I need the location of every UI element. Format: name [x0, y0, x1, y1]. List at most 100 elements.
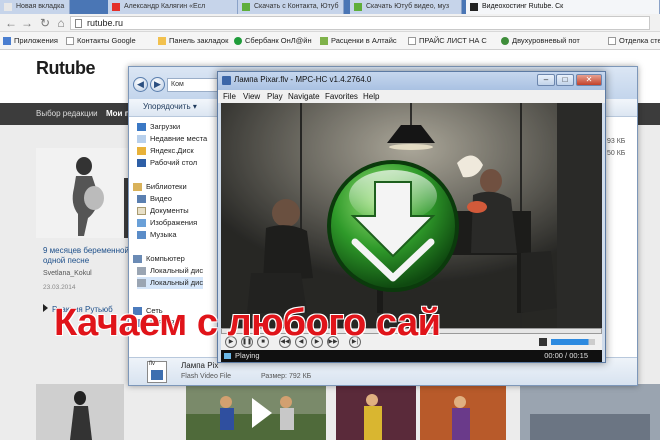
nav-my[interactable]: Мои п	[106, 103, 130, 125]
tab-rutube[interactable]: Видеохостинг Rutube. Ск	[466, 0, 660, 14]
nav-downloads[interactable]: Загрузки	[137, 121, 180, 133]
desktop-icon	[137, 159, 146, 167]
bookmark-ceiling[interactable]: Двухуровневый пот	[501, 35, 580, 47]
detail-file-size: Размер: 792 КБ	[261, 373, 311, 380]
menu-play[interactable]: Play	[267, 90, 283, 103]
nav-documents[interactable]: Документы	[137, 205, 189, 217]
minimize-button[interactable]: –	[537, 74, 555, 86]
rutube-logo[interactable]: Rutube	[36, 58, 96, 79]
downloads-icon	[137, 123, 146, 131]
video-thumbnail[interactable]	[186, 384, 326, 440]
file-size: 93 КБ	[607, 138, 626, 145]
menu-view[interactable]: View	[243, 90, 260, 103]
disk-icon	[137, 267, 146, 275]
recent-places-icon	[137, 135, 146, 143]
player-title: Лампа Pixar.flv - MPC-HC v1.4.2764.0	[234, 75, 372, 84]
menu-help[interactable]: Help	[363, 90, 379, 103]
video-thumbnail[interactable]	[36, 148, 132, 238]
nav-yandex-disk[interactable]: Яндекс.Диск	[137, 145, 194, 157]
video-thumbnail[interactable]	[420, 384, 506, 440]
nav-editors-choice[interactable]: Выбор редакции	[36, 103, 98, 125]
tab-download-vk[interactable]: Скачать с Контакта, Ютуб	[238, 0, 344, 14]
forward-button[interactable]: →	[20, 15, 34, 31]
nav-libraries[interactable]: Библиотеки	[133, 181, 187, 193]
flv-file-icon: flv	[147, 361, 167, 383]
tab-kalyagin[interactable]: Александр Калягин «Есл	[108, 0, 238, 14]
tab-download-youtube[interactable]: Скачать Ютуб видео, муз	[350, 0, 462, 14]
nav-recent-places[interactable]: Недавние места	[137, 133, 207, 145]
nav-label: Локальный дис	[150, 278, 204, 287]
explorer-back-button[interactable]: ◀	[133, 77, 148, 92]
bookmark-sberbank[interactable]: Сбербанк ОнЛ@йн	[234, 35, 312, 47]
bookmark-label: Панель закладок	[169, 36, 229, 45]
tab-label: Видеохостинг Rutube. Ск	[482, 3, 564, 10]
site-icon	[501, 37, 509, 45]
bookmark-label: Двухуровневый пот	[512, 36, 580, 45]
nav-label: Музыка	[150, 230, 177, 239]
bookmark-panel[interactable]: Панель закладок	[158, 35, 228, 47]
player-status-bar: Playing 00:00 / 00:15	[221, 350, 602, 362]
nav-label: Яндекс.Диск	[150, 146, 194, 155]
nav-computer[interactable]: Компьютер	[133, 253, 185, 265]
browser-toolbar: ← → ↻ ⌂ rutube.ru	[0, 14, 660, 32]
tab-new[interactable]: Новая вкладка	[0, 0, 70, 14]
page-icon	[75, 19, 82, 28]
maximize-button[interactable]: □	[556, 74, 574, 86]
close-button[interactable]: ✕	[576, 74, 602, 86]
url-text: rutube.ru	[87, 18, 124, 28]
browser-tabstrip: Новая вкладка Александр Калягин «Есл Ска…	[0, 0, 660, 14]
documents-icon	[137, 207, 146, 215]
size-value: 792 КБ	[288, 373, 312, 380]
bookmark-finishing[interactable]: Отделка сте	[608, 35, 660, 47]
nav-images[interactable]: Изображения	[137, 217, 197, 229]
video-thumbnail[interactable]	[520, 384, 660, 440]
disk-icon	[137, 279, 146, 287]
tab-favicon	[4, 3, 12, 11]
explorer-path-text: Ком	[171, 81, 184, 88]
volume-icon[interactable]	[539, 338, 547, 346]
video-thumbnail[interactable]	[36, 384, 124, 440]
bookmark-label: Контакты Google	[77, 36, 136, 45]
reload-button[interactable]: ↻	[38, 15, 52, 31]
video-thumbnail[interactable]	[336, 384, 416, 440]
video-glyph	[151, 370, 163, 380]
menu-navigate[interactable]: Navigate	[288, 90, 320, 103]
video-card-title[interactable]: 9 месяцев беременной одной песне	[43, 246, 133, 266]
explorer-forward-button[interactable]: ▶	[150, 77, 165, 92]
tab-label: Скачать Ютуб видео, муз	[366, 3, 450, 10]
volume-slider[interactable]	[551, 339, 595, 345]
menu-favorites[interactable]: Favorites	[325, 90, 358, 103]
organize-label: Упорядочить	[143, 102, 191, 111]
nav-local-disk-d[interactable]: Локальный дис	[137, 277, 204, 289]
address-bar[interactable]: rutube.ru	[70, 16, 650, 30]
bookmark-label: Сбербанк ОнЛ@йн	[245, 36, 312, 45]
video-card-user[interactable]: Svetlana_Kokul	[43, 270, 92, 277]
organize-menu[interactable]: Упорядочить ▾	[143, 102, 197, 111]
rutube-favicon-icon	[470, 3, 478, 11]
video-library-icon	[137, 195, 146, 203]
bookmark-prices[interactable]: Расценки в Алтайс	[320, 35, 397, 47]
nav-label: Локальный дис	[150, 266, 204, 275]
player-title-bar[interactable]: Лампа Pixar.flv - MPC-HC v1.4.2764.0 – □…	[218, 72, 605, 90]
bookmark-price-list[interactable]: ПРАЙС ЛИСТ НА С	[408, 35, 487, 47]
bookmark-label: Приложения	[14, 36, 58, 45]
bookmark-label: ПРАЙС ЛИСТ НА С	[419, 36, 487, 45]
soccer-thumbnail	[186, 384, 326, 440]
savefrom-favicon-icon	[242, 3, 250, 11]
bookmark-google-contacts[interactable]: Контакты Google	[66, 35, 136, 47]
promo-caption: Качаем с любого сай	[54, 302, 441, 344]
playback-status: Playing	[235, 351, 260, 360]
music-icon	[137, 231, 146, 239]
nav-local-disk-c[interactable]: Локальный дис	[137, 265, 203, 277]
dancer-thumbnail	[36, 384, 124, 440]
bookmark-apps[interactable]: Приложения	[3, 35, 58, 47]
home-button[interactable]: ⌂	[54, 15, 68, 31]
images-icon	[137, 219, 146, 227]
back-button[interactable]: ←	[4, 15, 18, 31]
nav-label: Недавние места	[150, 134, 208, 143]
nav-desktop[interactable]: Рабочий стол	[137, 157, 197, 169]
nav-video[interactable]: Видео	[137, 193, 172, 205]
menu-file[interactable]: File	[223, 90, 236, 103]
bookmarks-bar: Приложения Контакты Google Панель заклад…	[0, 32, 660, 50]
nav-music[interactable]: Музыка	[137, 229, 177, 241]
